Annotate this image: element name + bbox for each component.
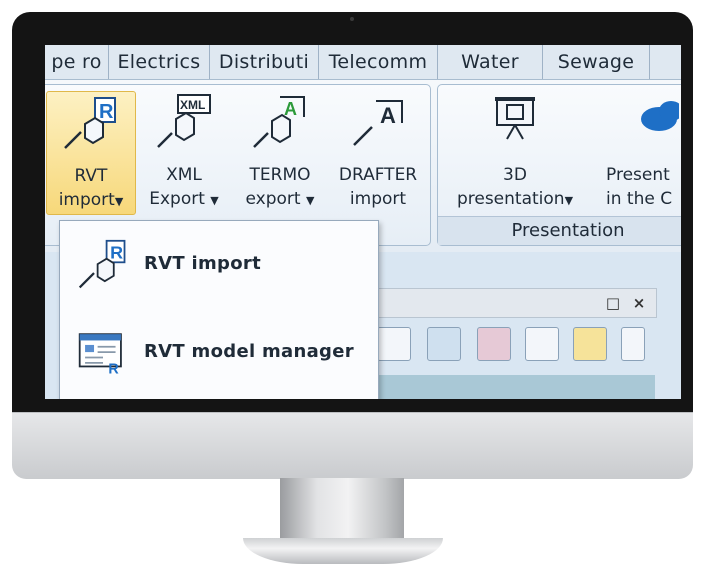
screen: pe ro Electrics Distributi Telecomm Wate… (45, 45, 681, 399)
cloud-icon (641, 101, 679, 131)
presentation-group-label: Presentation (438, 216, 681, 245)
presentation-3d-icon (495, 97, 535, 140)
chevron-down-icon: ▼ (306, 194, 315, 207)
rvt-import-button[interactable]: R RVT import▼ (46, 91, 136, 215)
rvt-import-icon: R (78, 239, 126, 289)
ribbon-tab-bar: pe ro Electrics Distributi Telecomm Wate… (45, 45, 681, 80)
present-in-cloud-button[interactable]: Present in the C (594, 91, 681, 213)
tool-document-icon[interactable] (377, 327, 411, 361)
monitor: pe ro Electrics Distributi Telecomm Wate… (12, 12, 693, 479)
camera-dot (350, 17, 354, 21)
monitor-chin (12, 412, 693, 479)
panel-content (365, 375, 655, 399)
menu-item-rvt-import-label: RVT import (144, 253, 261, 274)
presentation-3d-label-line1: 3D (503, 165, 527, 185)
termo-export-button[interactable]: A TERMO export ▼ (234, 91, 326, 213)
drafter-import-label-line1: DRAFTER (338, 165, 418, 185)
tool-checklist-icon[interactable] (621, 327, 645, 361)
rvt-import-dropdown: R RVT import R RVT model manager (59, 220, 379, 399)
tool-export-icon[interactable] (427, 327, 461, 361)
restore-icon[interactable]: □ (602, 292, 624, 314)
present-in-cloud-label-line1: Present (606, 165, 670, 185)
menu-item-rvt-model-manager[interactable]: R RVT model manager (60, 313, 378, 393)
close-icon[interactable]: × (628, 292, 650, 314)
termo-export-label-line1: TERMO (249, 165, 311, 185)
xml-export-label-line2: Export (149, 189, 205, 209)
tab-water[interactable]: Water (438, 45, 543, 79)
menu-item-rvt-model-manager-label: RVT model manager (144, 341, 354, 362)
svg-text:A: A (284, 99, 297, 119)
rvt-import-label-line1: RVT (74, 166, 108, 186)
presentation-3d-label-line2: presentation (456, 189, 565, 209)
drafter-import-label-line2: import (349, 189, 407, 209)
tool-camera-icon[interactable] (525, 327, 559, 361)
menu-item-rvt-import[interactable]: R RVT import (60, 225, 378, 305)
svg-text:XML: XML (180, 98, 205, 112)
tab-distribution[interactable]: Distributi (210, 45, 319, 79)
termo-export-icon: A (253, 96, 305, 148)
panel-titlebar: □ × (365, 288, 657, 318)
chevron-down-icon: ▼ (210, 194, 219, 207)
xml-export-icon: XML (157, 94, 211, 148)
ribbon-group-presentation: 3D presentation▼ Present in the C Presen… (437, 84, 681, 246)
tab-electrics[interactable]: Electrics (109, 45, 210, 79)
monitor-bezel: pe ro Electrics Distributi Telecomm Wate… (12, 12, 693, 412)
svg-text:R: R (99, 101, 114, 123)
xml-export-label-line1: XML (166, 165, 202, 185)
chevron-down-icon: ▼ (114, 195, 124, 208)
svg-text:A: A (380, 103, 396, 128)
monitor-stand-base (243, 538, 443, 564)
tab-sewage[interactable]: Sewage (543, 45, 650, 79)
rvt-import-icon: R (64, 97, 116, 149)
rvt-import-label-line2: import (58, 190, 115, 210)
tool-photo-icon[interactable] (573, 327, 607, 361)
svg-text:R: R (110, 243, 123, 263)
tool-import-icon[interactable] (477, 327, 511, 361)
rvt-model-manager-icon: R (78, 333, 122, 378)
tab-pipe[interactable]: pe ro (45, 45, 109, 79)
xml-export-button[interactable]: XML XML Export ▼ (138, 91, 230, 213)
present-in-cloud-label-line2: in the C (606, 189, 673, 209)
svg-text:R: R (108, 362, 119, 378)
tab-telecomm[interactable]: Telecomm (319, 45, 438, 79)
termo-export-label-line2: export (245, 189, 301, 209)
monitor-stand-neck (280, 478, 404, 540)
presentation-3d-button[interactable]: 3D presentation▼ (442, 91, 588, 213)
chevron-down-icon: ▼ (564, 194, 574, 207)
drafter-import-button[interactable]: A DRAFTER import (330, 91, 426, 213)
drafter-import-icon: A (353, 100, 403, 146)
